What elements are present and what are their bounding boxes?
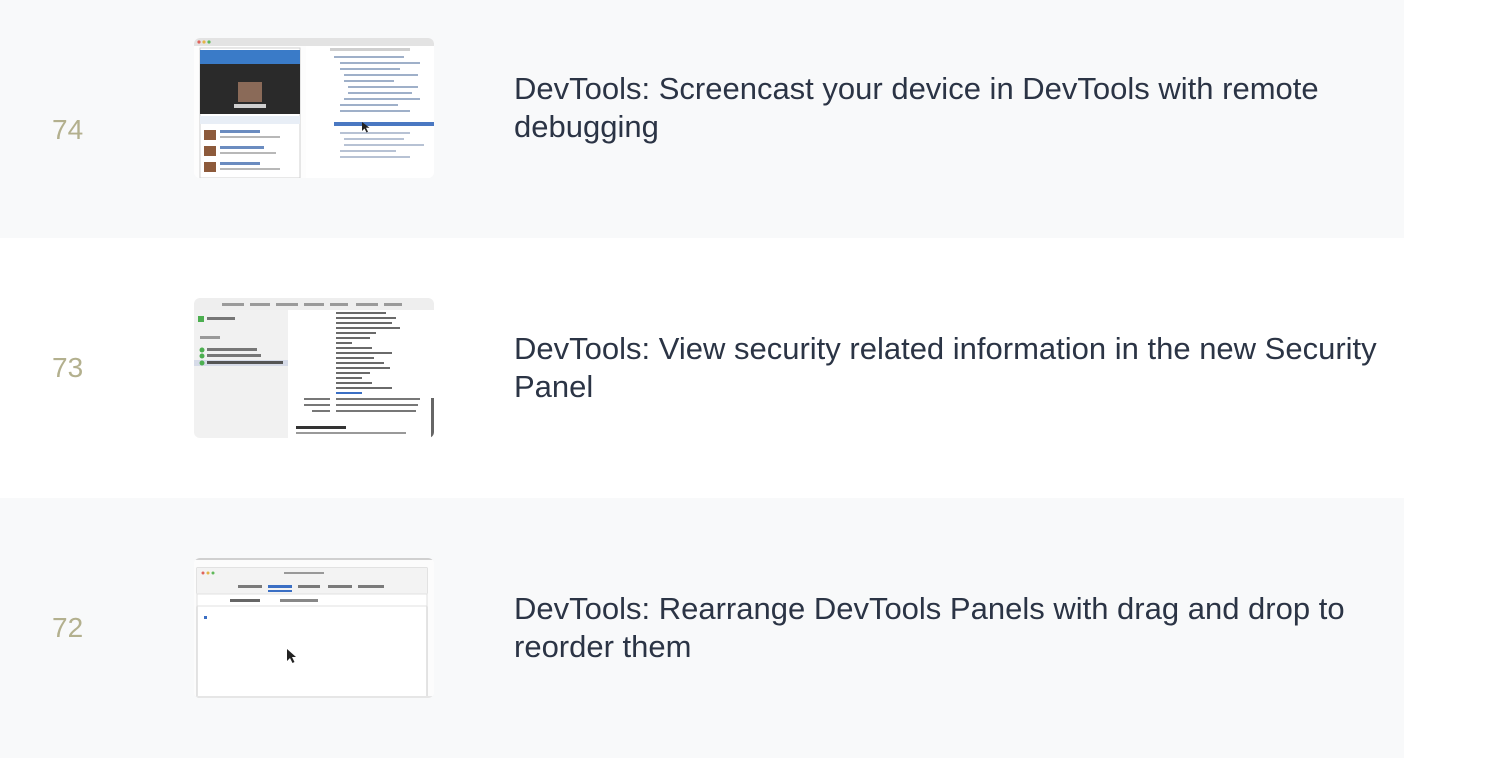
tips-list: 74 DevTools: Screencast your device in D… bbox=[0, 0, 1404, 780]
tip-row[interactable]: 74 DevTools: Screencast your device in D… bbox=[0, 0, 1404, 260]
tip-thumbnail[interactable] bbox=[194, 38, 434, 178]
tip-number: 73 bbox=[52, 352, 84, 383]
tip-title-link[interactable]: DevTools: View security related informat… bbox=[514, 330, 1384, 406]
tip-number: 74 bbox=[52, 114, 84, 145]
tip-number: 72 bbox=[52, 612, 84, 643]
tip-thumbnail[interactable] bbox=[194, 298, 434, 438]
tip-row[interactable]: 73 DevTools: View security related infor… bbox=[0, 238, 1404, 498]
security-panel-thumbnail-image bbox=[194, 298, 434, 438]
screencast-device-thumbnail-image bbox=[194, 38, 434, 178]
tip-row[interactable]: 72 DevTools: Rearrange DevTools Panels w… bbox=[0, 498, 1404, 758]
tip-thumbnail[interactable] bbox=[194, 558, 434, 698]
tip-title-link[interactable]: DevTools: Rearrange DevTools Panels with… bbox=[514, 590, 1384, 666]
rearrange-panels-thumbnail-image bbox=[194, 558, 434, 698]
tip-title-link[interactable]: DevTools: Screencast your device in DevT… bbox=[514, 70, 1384, 146]
